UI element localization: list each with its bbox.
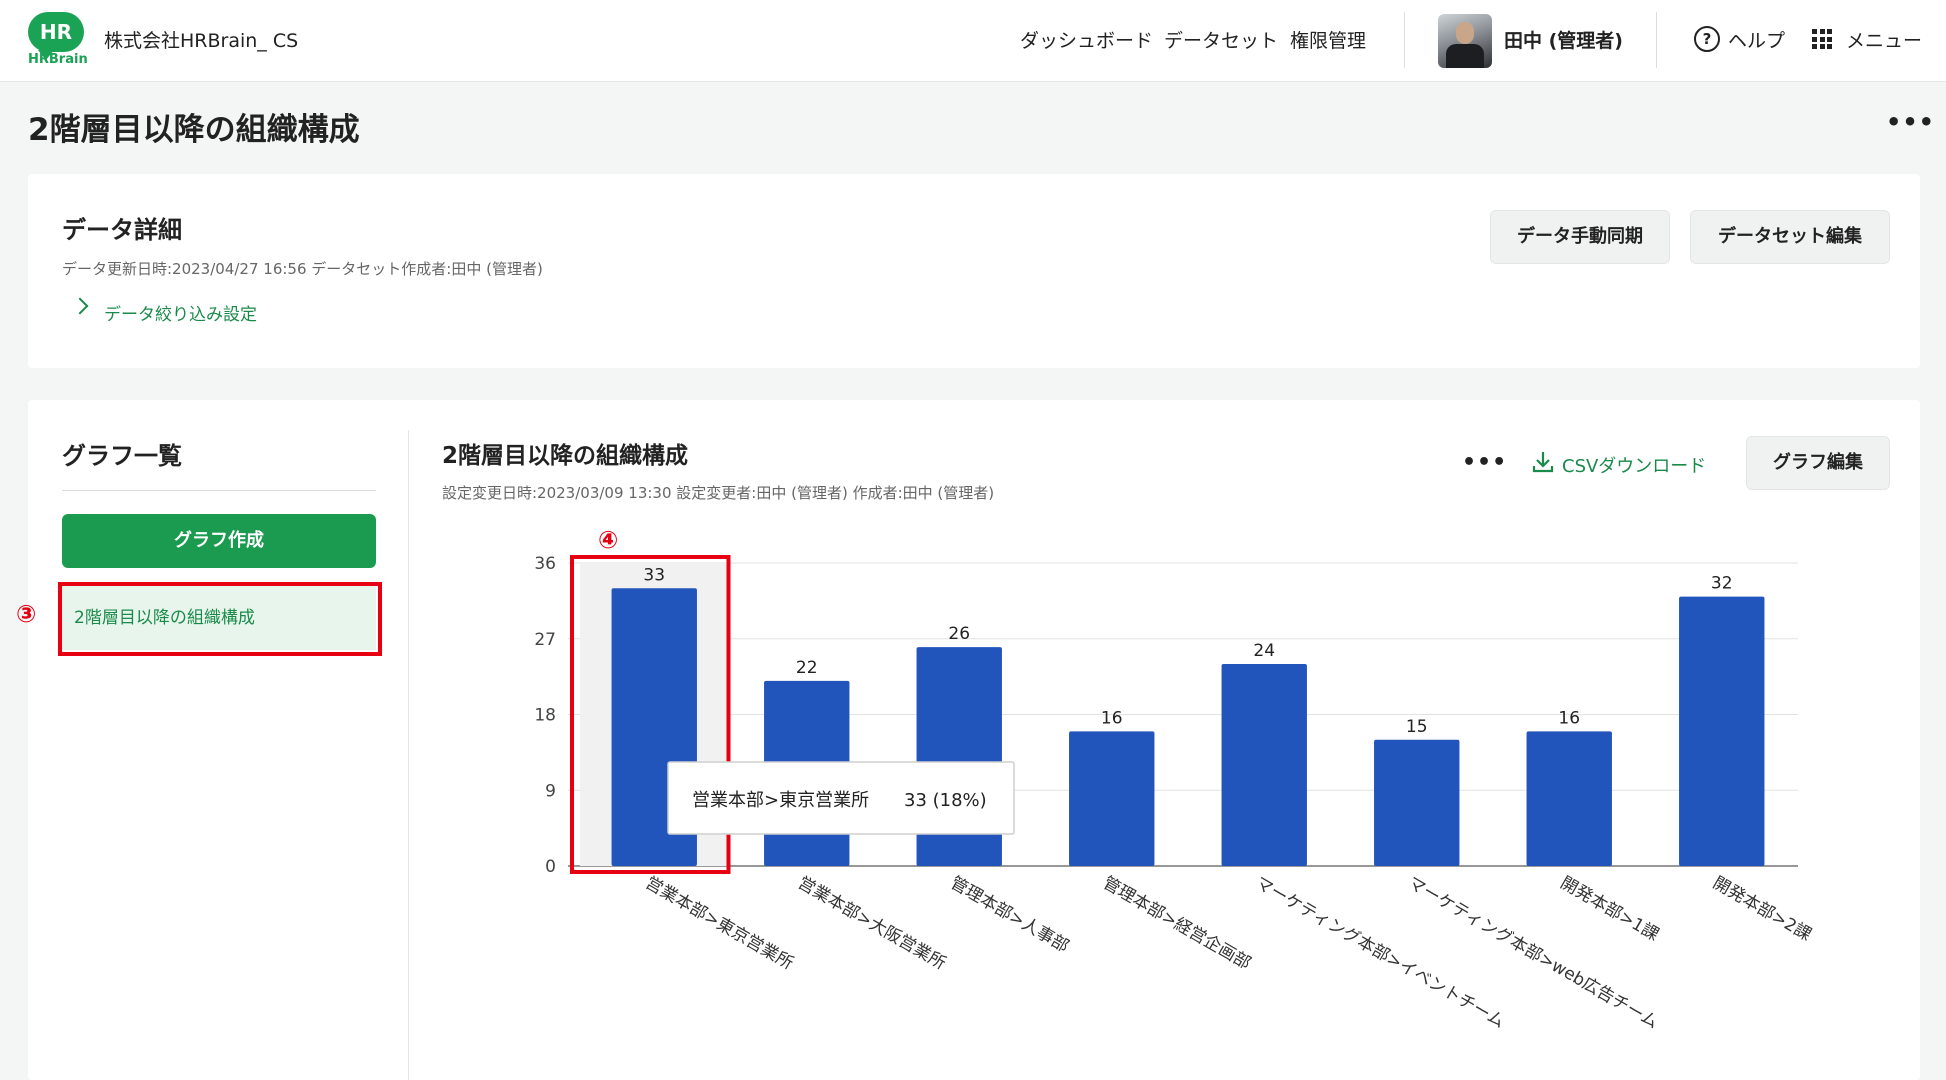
graph-meta: 設定変更日時:2023/03/09 13:30 設定変更者:田中 (管理者) 作… xyxy=(442,484,995,502)
x-tick-label: 開発本部>1課 xyxy=(1557,873,1662,945)
hrbrain-logo[interactable]: HR HRBrain xyxy=(28,12,88,68)
data-label: 16 xyxy=(1101,708,1123,728)
avatar-body xyxy=(1446,44,1484,68)
graph-card: グラフ一覧 グラフ作成 2階層目以降の組織構成 ③ 2階層目以降の組織構成 設定… xyxy=(16,400,1920,1080)
nav-dashboard[interactable]: ダッシュボード xyxy=(1020,26,1153,53)
dataset-edit-button[interactable]: データセット編集 xyxy=(1690,210,1890,264)
y-tick-label: 27 xyxy=(534,630,556,650)
grid-menu-icon[interactable] xyxy=(1812,29,1832,49)
bar[interactable] xyxy=(1679,596,1765,866)
avatar-head xyxy=(1456,22,1474,44)
logo-bubble: HR xyxy=(28,12,84,60)
x-tick-label: 営業本部>大阪営業所 xyxy=(794,873,949,974)
bar[interactable] xyxy=(1221,664,1307,866)
x-tick-label: 営業本部>東京営業所 xyxy=(642,873,797,974)
tooltip-value: 33 (18%) xyxy=(904,790,987,811)
x-tick-label: マーケティング本部>イベントチーム xyxy=(1252,873,1508,1033)
csv-download-link[interactable]: CSVダウンロード xyxy=(1562,452,1706,478)
logo-brand: HRBrain xyxy=(28,52,88,67)
graph-more-icon[interactable]: ••• xyxy=(1462,450,1507,475)
page-more-icon[interactable]: ••• xyxy=(1886,108,1935,136)
filter-settings-link[interactable]: データ絞り込み設定 xyxy=(104,300,257,325)
x-tick-label: 開発本部>2課 xyxy=(1709,873,1814,945)
graph-list-divider xyxy=(62,490,376,491)
graph-list-title: グラフ一覧 xyxy=(62,442,182,470)
annotation-marker-3: ③ xyxy=(16,600,37,628)
x-tick-label: 管理本部>人事部 xyxy=(947,873,1072,957)
bar[interactable] xyxy=(1069,731,1155,866)
data-label: 15 xyxy=(1406,717,1428,737)
data-detail-card: データ詳細 データ更新日時:2023/04/27 16:56 データセット作成者… xyxy=(28,174,1920,368)
data-detail-meta: データ更新日時:2023/04/27 16:56 データセット作成者:田中 (管… xyxy=(62,260,543,278)
bar[interactable] xyxy=(1526,731,1612,866)
y-tick-label: 0 xyxy=(545,857,556,877)
bar-chart[interactable]: 0 9 18 27 36 33 営業本部>東京営業所 22 営業本部>大阪営業所 26 管理本部>人… xyxy=(468,530,1908,1080)
nav-permissions[interactable]: 権限管理 xyxy=(1290,26,1366,53)
download-icon[interactable] xyxy=(1532,450,1554,474)
x-tick-label: マーケティング本部>web広告チーム xyxy=(1404,873,1661,1033)
help-icon[interactable]: ? xyxy=(1694,26,1720,52)
x-tick-label: 管理本部>経営企画部 xyxy=(1099,873,1254,974)
page-title: 2階層目以降の組織構成 xyxy=(28,112,360,148)
avatar[interactable] xyxy=(1438,14,1492,68)
company-name: 株式会社HRBrain_ CS xyxy=(104,30,299,52)
menu-link[interactable]: メニュー xyxy=(1846,26,1922,53)
annotation-highlight-3 xyxy=(58,582,382,656)
y-tick-label: 18 xyxy=(534,706,556,726)
annotation-marker-4: ④ xyxy=(598,526,619,554)
y-tick-label: 36 xyxy=(534,554,556,574)
header-divider xyxy=(1404,12,1405,68)
create-graph-button[interactable]: グラフ作成 xyxy=(62,514,376,568)
manual-sync-button[interactable]: データ手動同期 xyxy=(1490,210,1670,264)
graph-edit-button[interactable]: グラフ編集 xyxy=(1746,436,1890,490)
app-header: HR HRBrain 株式会社HRBrain_ CS ダッシュボード データセッ… xyxy=(0,0,1946,82)
user-name[interactable]: 田中 (管理者) xyxy=(1504,26,1623,53)
help-link[interactable]: ヘルプ xyxy=(1728,26,1785,53)
tooltip-label: 営業本部>東京営業所 xyxy=(692,790,869,811)
graph-title: 2階層目以降の組織構成 xyxy=(442,443,689,469)
data-label: 32 xyxy=(1711,574,1733,594)
data-label: 22 xyxy=(796,658,818,678)
bar[interactable] xyxy=(1374,739,1460,866)
data-label: 33 xyxy=(643,565,665,585)
nav-dataset[interactable]: データセット xyxy=(1164,26,1278,53)
chevron-right-icon[interactable] xyxy=(71,297,89,315)
data-label: 16 xyxy=(1558,708,1580,728)
y-tick-label: 9 xyxy=(545,781,556,801)
data-label: 26 xyxy=(948,624,970,644)
data-detail-title: データ詳細 xyxy=(62,216,182,244)
data-label: 24 xyxy=(1253,641,1275,661)
panel-divider xyxy=(408,430,409,1080)
header-divider xyxy=(1656,12,1657,68)
